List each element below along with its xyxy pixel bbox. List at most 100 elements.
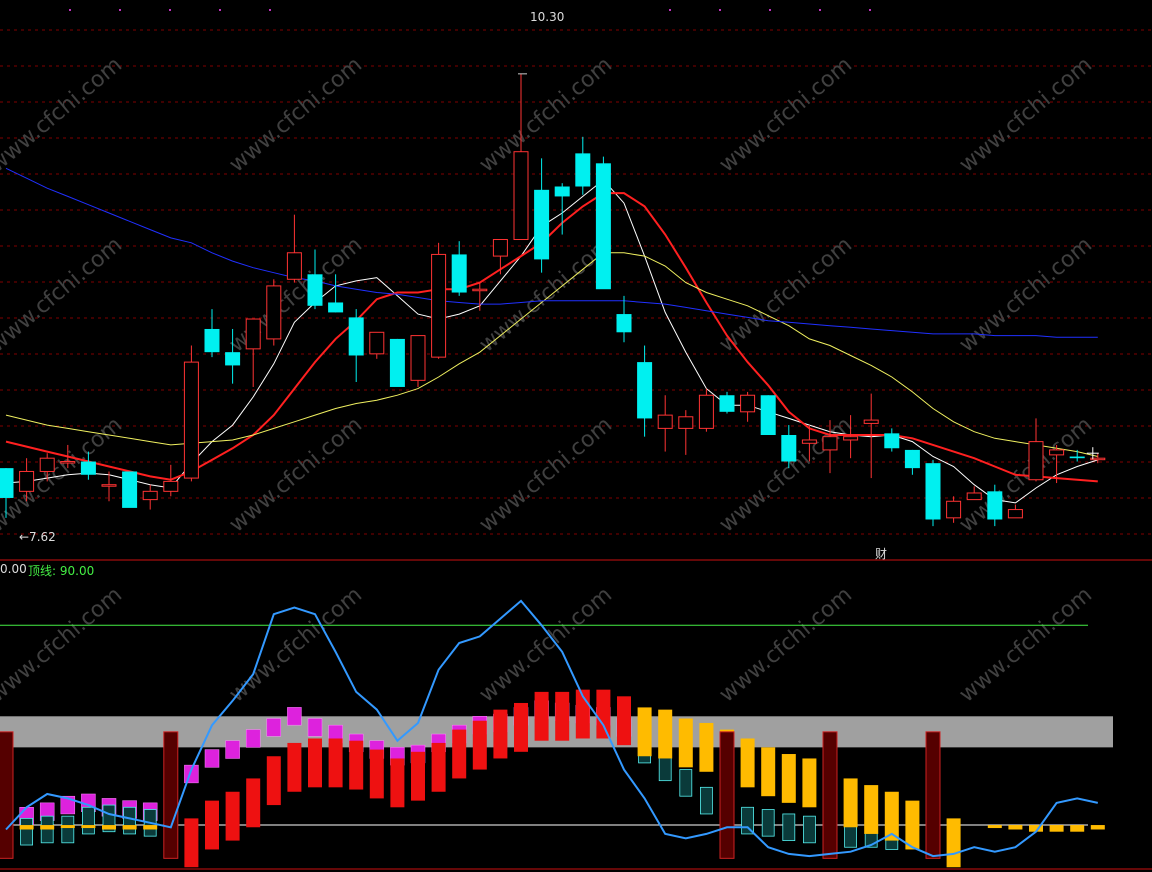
candle	[534, 158, 550, 273]
candle-body	[760, 395, 776, 436]
indicator-value-label: 0.00	[0, 562, 27, 576]
candle-body	[122, 471, 138, 508]
candle-body	[1049, 449, 1065, 456]
candle-body	[698, 394, 714, 429]
candle-body	[204, 328, 220, 353]
candle-body	[328, 302, 344, 313]
cyan-bar	[782, 813, 796, 841]
top-dot	[69, 9, 71, 11]
watermark-text: www.cfchi.com	[225, 582, 367, 707]
candle-body	[163, 480, 179, 492]
candle-body	[101, 484, 117, 487]
red-bar	[225, 791, 240, 841]
candle	[678, 410, 694, 455]
watermark-text: www.cfchi.com	[225, 412, 367, 537]
watermark-text: www.cfchi.com	[955, 582, 1097, 707]
gold-bar	[802, 758, 817, 808]
candle	[884, 428, 900, 452]
candle	[348, 309, 364, 382]
red-bar	[472, 720, 487, 770]
gold-bar	[102, 825, 116, 830]
candle-body	[307, 274, 323, 306]
gold-bar	[781, 754, 796, 803]
candle-body	[245, 318, 261, 350]
marker-bar	[719, 731, 735, 859]
candle-body	[863, 419, 879, 424]
candle-body	[492, 239, 508, 257]
candle-body	[410, 335, 426, 381]
top-dot	[169, 9, 171, 11]
candle-body	[142, 490, 158, 501]
red-bar	[287, 742, 302, 792]
gold-bar	[658, 709, 673, 759]
candle-body	[451, 254, 467, 293]
magenta-bar	[245, 729, 261, 748]
candle	[719, 391, 735, 414]
candle	[410, 335, 426, 387]
candle	[286, 214, 302, 283]
candle-body	[472, 288, 488, 292]
candle-body	[801, 439, 817, 444]
watermark-text: www.cfchi.com	[0, 52, 127, 177]
gold-bar	[699, 722, 714, 772]
candle-body	[431, 253, 447, 358]
gold-bar	[143, 825, 158, 830]
ma10-line	[5, 192, 1098, 483]
cyan-bar	[82, 806, 95, 835]
candle	[698, 388, 714, 432]
gold-bar	[40, 825, 55, 830]
candle-body	[904, 449, 920, 469]
ma60-line	[5, 167, 1098, 338]
red-bar	[369, 749, 384, 799]
candle	[575, 136, 591, 195]
red-bar	[596, 689, 611, 739]
candle-body	[719, 395, 735, 412]
candle-body	[1007, 509, 1023, 519]
gold-bar	[843, 778, 858, 828]
watermark-text: www.cfchi.com	[715, 232, 857, 357]
candle-body	[637, 362, 653, 419]
red-bar	[184, 818, 199, 868]
gold-bar	[946, 818, 961, 868]
candle-body	[348, 317, 364, 356]
cyan-bar	[61, 815, 75, 844]
watermark-text: www.cfchi.com	[225, 52, 367, 177]
cyan-bar	[679, 769, 693, 797]
red-bar	[617, 696, 631, 746]
candle-body	[80, 461, 96, 475]
gold-bar	[678, 718, 693, 768]
watermark-text: www.cfchi.com	[715, 52, 857, 177]
gold-bar	[740, 738, 755, 788]
red-bar	[514, 702, 528, 752]
top-dot	[669, 9, 671, 11]
candle	[245, 318, 261, 387]
gold-bar	[60, 825, 75, 829]
candle	[616, 295, 632, 343]
candle-body	[884, 433, 900, 449]
watermark-text: www.cfchi.com	[715, 412, 857, 537]
candle	[492, 239, 508, 275]
magenta-bar	[266, 718, 282, 737]
watermark-text: www.cfchi.com	[0, 232, 127, 357]
candle-body	[513, 151, 529, 241]
candle-body	[987, 491, 1003, 520]
candle	[389, 338, 405, 387]
candle	[451, 241, 467, 296]
candle	[904, 449, 920, 475]
candle-body	[822, 436, 838, 451]
candle-body	[657, 414, 673, 429]
candle-body	[19, 470, 35, 492]
magenta-bar	[307, 718, 323, 737]
candle	[183, 345, 199, 482]
candle-body	[575, 153, 591, 187]
red-bar	[452, 729, 467, 779]
candle	[472, 282, 488, 311]
stock-chart[interactable]: www.cfchi.com www.cfchi.com www.cfchi.com w…	[0, 0, 1152, 872]
candle-body	[1069, 456, 1085, 459]
red-bar	[534, 691, 549, 741]
candle	[595, 156, 611, 290]
candle	[760, 395, 776, 436]
magenta-bar	[204, 749, 220, 768]
candle-body	[225, 352, 241, 366]
candle	[163, 464, 179, 497]
